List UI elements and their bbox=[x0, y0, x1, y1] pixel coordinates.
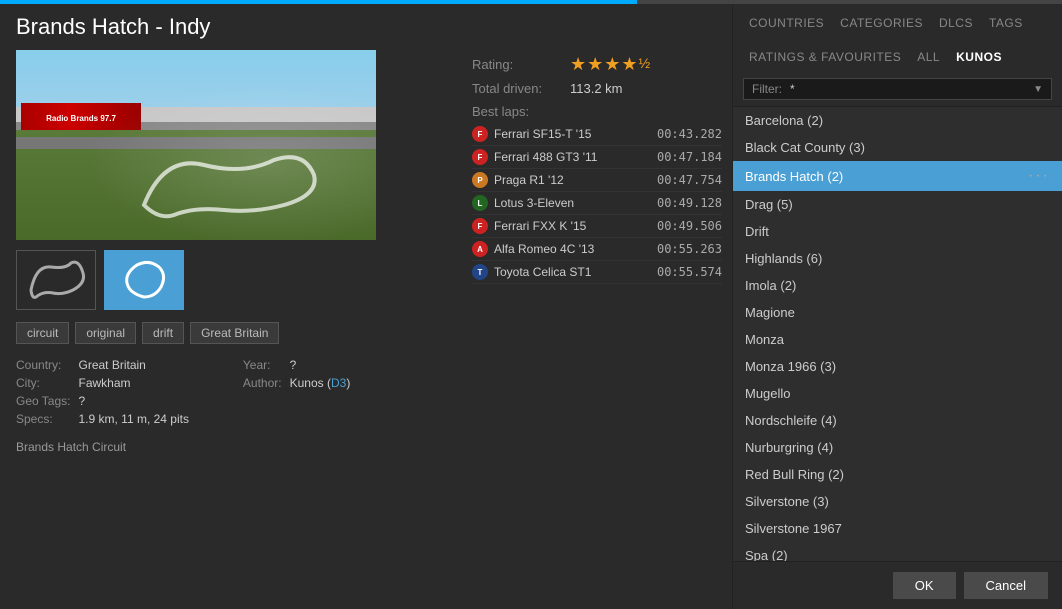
list-item[interactable]: Spa (2) bbox=[733, 542, 1062, 561]
filter-input[interactable] bbox=[790, 82, 1025, 96]
laps-container: F Ferrari SF15-T '15 00:43.282 F Ferrari… bbox=[472, 123, 722, 284]
filter-label: Filter: bbox=[752, 82, 782, 96]
lap-icon: F bbox=[472, 218, 488, 234]
list-item[interactable]: Silverstone (3) bbox=[733, 488, 1062, 515]
list-item[interactable]: Brands Hatch (2)··· bbox=[733, 161, 1062, 191]
year-label: Year: bbox=[243, 358, 282, 372]
track-description: Brands Hatch Circuit bbox=[16, 440, 446, 454]
list-item[interactable]: Nordschleife (4) bbox=[733, 407, 1062, 434]
lap-icon: L bbox=[472, 195, 488, 211]
track-layout-section bbox=[16, 250, 446, 310]
total-driven-label: Total driven: bbox=[472, 81, 562, 96]
lap-row: F Ferrari FXX K '15 00:49.506 bbox=[472, 215, 722, 238]
list-item[interactable]: Highlands (6) bbox=[733, 245, 1062, 272]
track-layout-2[interactable] bbox=[104, 250, 184, 310]
author-label: Author: bbox=[243, 376, 282, 390]
lap-icon: F bbox=[472, 126, 488, 142]
list-item[interactable]: Barcelona (2) bbox=[733, 107, 1062, 134]
country-value: Great Britain bbox=[78, 358, 234, 372]
lap-icon: A bbox=[472, 241, 488, 257]
list-item[interactable]: Red Bull Ring (2) bbox=[733, 461, 1062, 488]
tab-tags[interactable]: TAGS bbox=[989, 14, 1023, 32]
lap-icon: F bbox=[472, 149, 488, 165]
year-value: ? bbox=[290, 358, 446, 372]
tab-kunos[interactable]: KUNOS bbox=[956, 48, 1002, 66]
nav-tabs: COUNTRIES CATEGORIES DLCS TAGS RATINGS &… bbox=[733, 4, 1062, 72]
lap-car: Ferrari SF15-T '15 bbox=[494, 127, 651, 141]
tab-countries[interactable]: COUNTRIES bbox=[749, 14, 824, 32]
list-item[interactable]: Magione bbox=[733, 299, 1062, 326]
tag-original[interactable]: original bbox=[75, 322, 136, 344]
rating-row: Rating: ★★★★½ bbox=[472, 54, 722, 75]
lap-car: Lotus 3-Eleven bbox=[494, 196, 651, 210]
lap-row: P Praga R1 '12 00:47.754 bbox=[472, 169, 722, 192]
track-image: Radio Brands 97.7 bbox=[16, 50, 376, 240]
tab-categories[interactable]: CATEGORIES bbox=[840, 14, 923, 32]
info-grid: Country: Great Britain Year: ? City: Faw… bbox=[16, 358, 446, 426]
tag-drift[interactable]: drift bbox=[142, 322, 184, 344]
lap-row: A Alfa Romeo 4C '13 00:55.263 bbox=[472, 238, 722, 261]
lap-row: F Ferrari 488 GT3 '11 00:47.184 bbox=[472, 146, 722, 169]
filter-arrow-icon: ▼ bbox=[1033, 84, 1043, 95]
tab-all[interactable]: ALL bbox=[917, 48, 940, 66]
specs-label: Specs: bbox=[16, 412, 70, 426]
lap-time: 00:47.184 bbox=[657, 150, 722, 164]
total-driven-row: Total driven: 113.2 km bbox=[472, 81, 722, 96]
list-item[interactable]: Nurburgring (4) bbox=[733, 434, 1062, 461]
bottom-buttons: OK Cancel bbox=[733, 561, 1062, 609]
specs-value: 1.9 km, 11 m, 24 pits bbox=[78, 412, 234, 426]
lap-time: 00:55.574 bbox=[657, 265, 722, 279]
lap-time: 00:55.263 bbox=[657, 242, 722, 256]
author-link[interactable]: D3 bbox=[331, 376, 346, 390]
page-title: Brands Hatch - Indy bbox=[16, 14, 446, 40]
tab-dlcs[interactable]: DLCS bbox=[939, 14, 973, 32]
lap-icon: P bbox=[472, 172, 488, 188]
author-value: Kunos (D3) bbox=[290, 376, 446, 390]
lap-car: Toyota Celica ST1 bbox=[494, 265, 651, 279]
ok-button[interactable]: OK bbox=[893, 572, 956, 599]
lap-time: 00:49.506 bbox=[657, 219, 722, 233]
lap-car: Alfa Romeo 4C '13 bbox=[494, 242, 651, 256]
list-item[interactable]: Drift bbox=[733, 218, 1062, 245]
lap-time: 00:47.754 bbox=[657, 173, 722, 187]
track-list[interactable]: Barcelona (2)Black Cat County (3)Brands … bbox=[733, 107, 1062, 561]
list-item[interactable]: Black Cat County (3) bbox=[733, 134, 1062, 161]
lap-time: 00:43.282 bbox=[657, 127, 722, 141]
lap-row: T Toyota Celica ST1 00:55.574 bbox=[472, 261, 722, 284]
city-label: City: bbox=[16, 376, 70, 390]
tags-row: circuit original drift Great Britain bbox=[16, 322, 446, 344]
city-value: Fawkham bbox=[78, 376, 234, 390]
filter-row: Filter: ▼ bbox=[733, 72, 1062, 107]
track-layout-1[interactable] bbox=[16, 250, 96, 310]
cancel-button[interactable]: Cancel bbox=[964, 572, 1048, 599]
lap-car: Ferrari 488 GT3 '11 bbox=[494, 150, 651, 164]
geotags-value: ? bbox=[78, 394, 234, 408]
list-item[interactable]: Imola (2) bbox=[733, 272, 1062, 299]
tag-country[interactable]: Great Britain bbox=[190, 322, 279, 344]
lap-car: Ferrari FXX K '15 bbox=[494, 219, 651, 233]
list-item[interactable]: Drag (5) bbox=[733, 191, 1062, 218]
tab-ratings[interactable]: RATINGS & FAVOURITES bbox=[749, 48, 901, 66]
country-label: Country: bbox=[16, 358, 70, 372]
list-item[interactable]: Silverstone 1967 bbox=[733, 515, 1062, 542]
lap-row: L Lotus 3-Eleven 00:49.128 bbox=[472, 192, 722, 215]
geotags-label: Geo Tags: bbox=[16, 394, 70, 408]
lap-icon: T bbox=[472, 264, 488, 280]
list-item[interactable]: Monza 1966 (3) bbox=[733, 353, 1062, 380]
lap-row: F Ferrari SF15-T '15 00:43.282 bbox=[472, 123, 722, 146]
list-item[interactable]: Mugello bbox=[733, 380, 1062, 407]
rating-label: Rating: bbox=[472, 57, 562, 72]
tag-circuit[interactable]: circuit bbox=[16, 322, 69, 344]
total-driven-value: 113.2 km bbox=[570, 81, 623, 96]
lap-car: Praga R1 '12 bbox=[494, 173, 651, 187]
rating-stars: ★★★★½ bbox=[570, 54, 651, 75]
lap-time: 00:49.128 bbox=[657, 196, 722, 210]
list-item[interactable]: Monza bbox=[733, 326, 1062, 353]
best-laps-title: Best laps: bbox=[472, 104, 722, 119]
